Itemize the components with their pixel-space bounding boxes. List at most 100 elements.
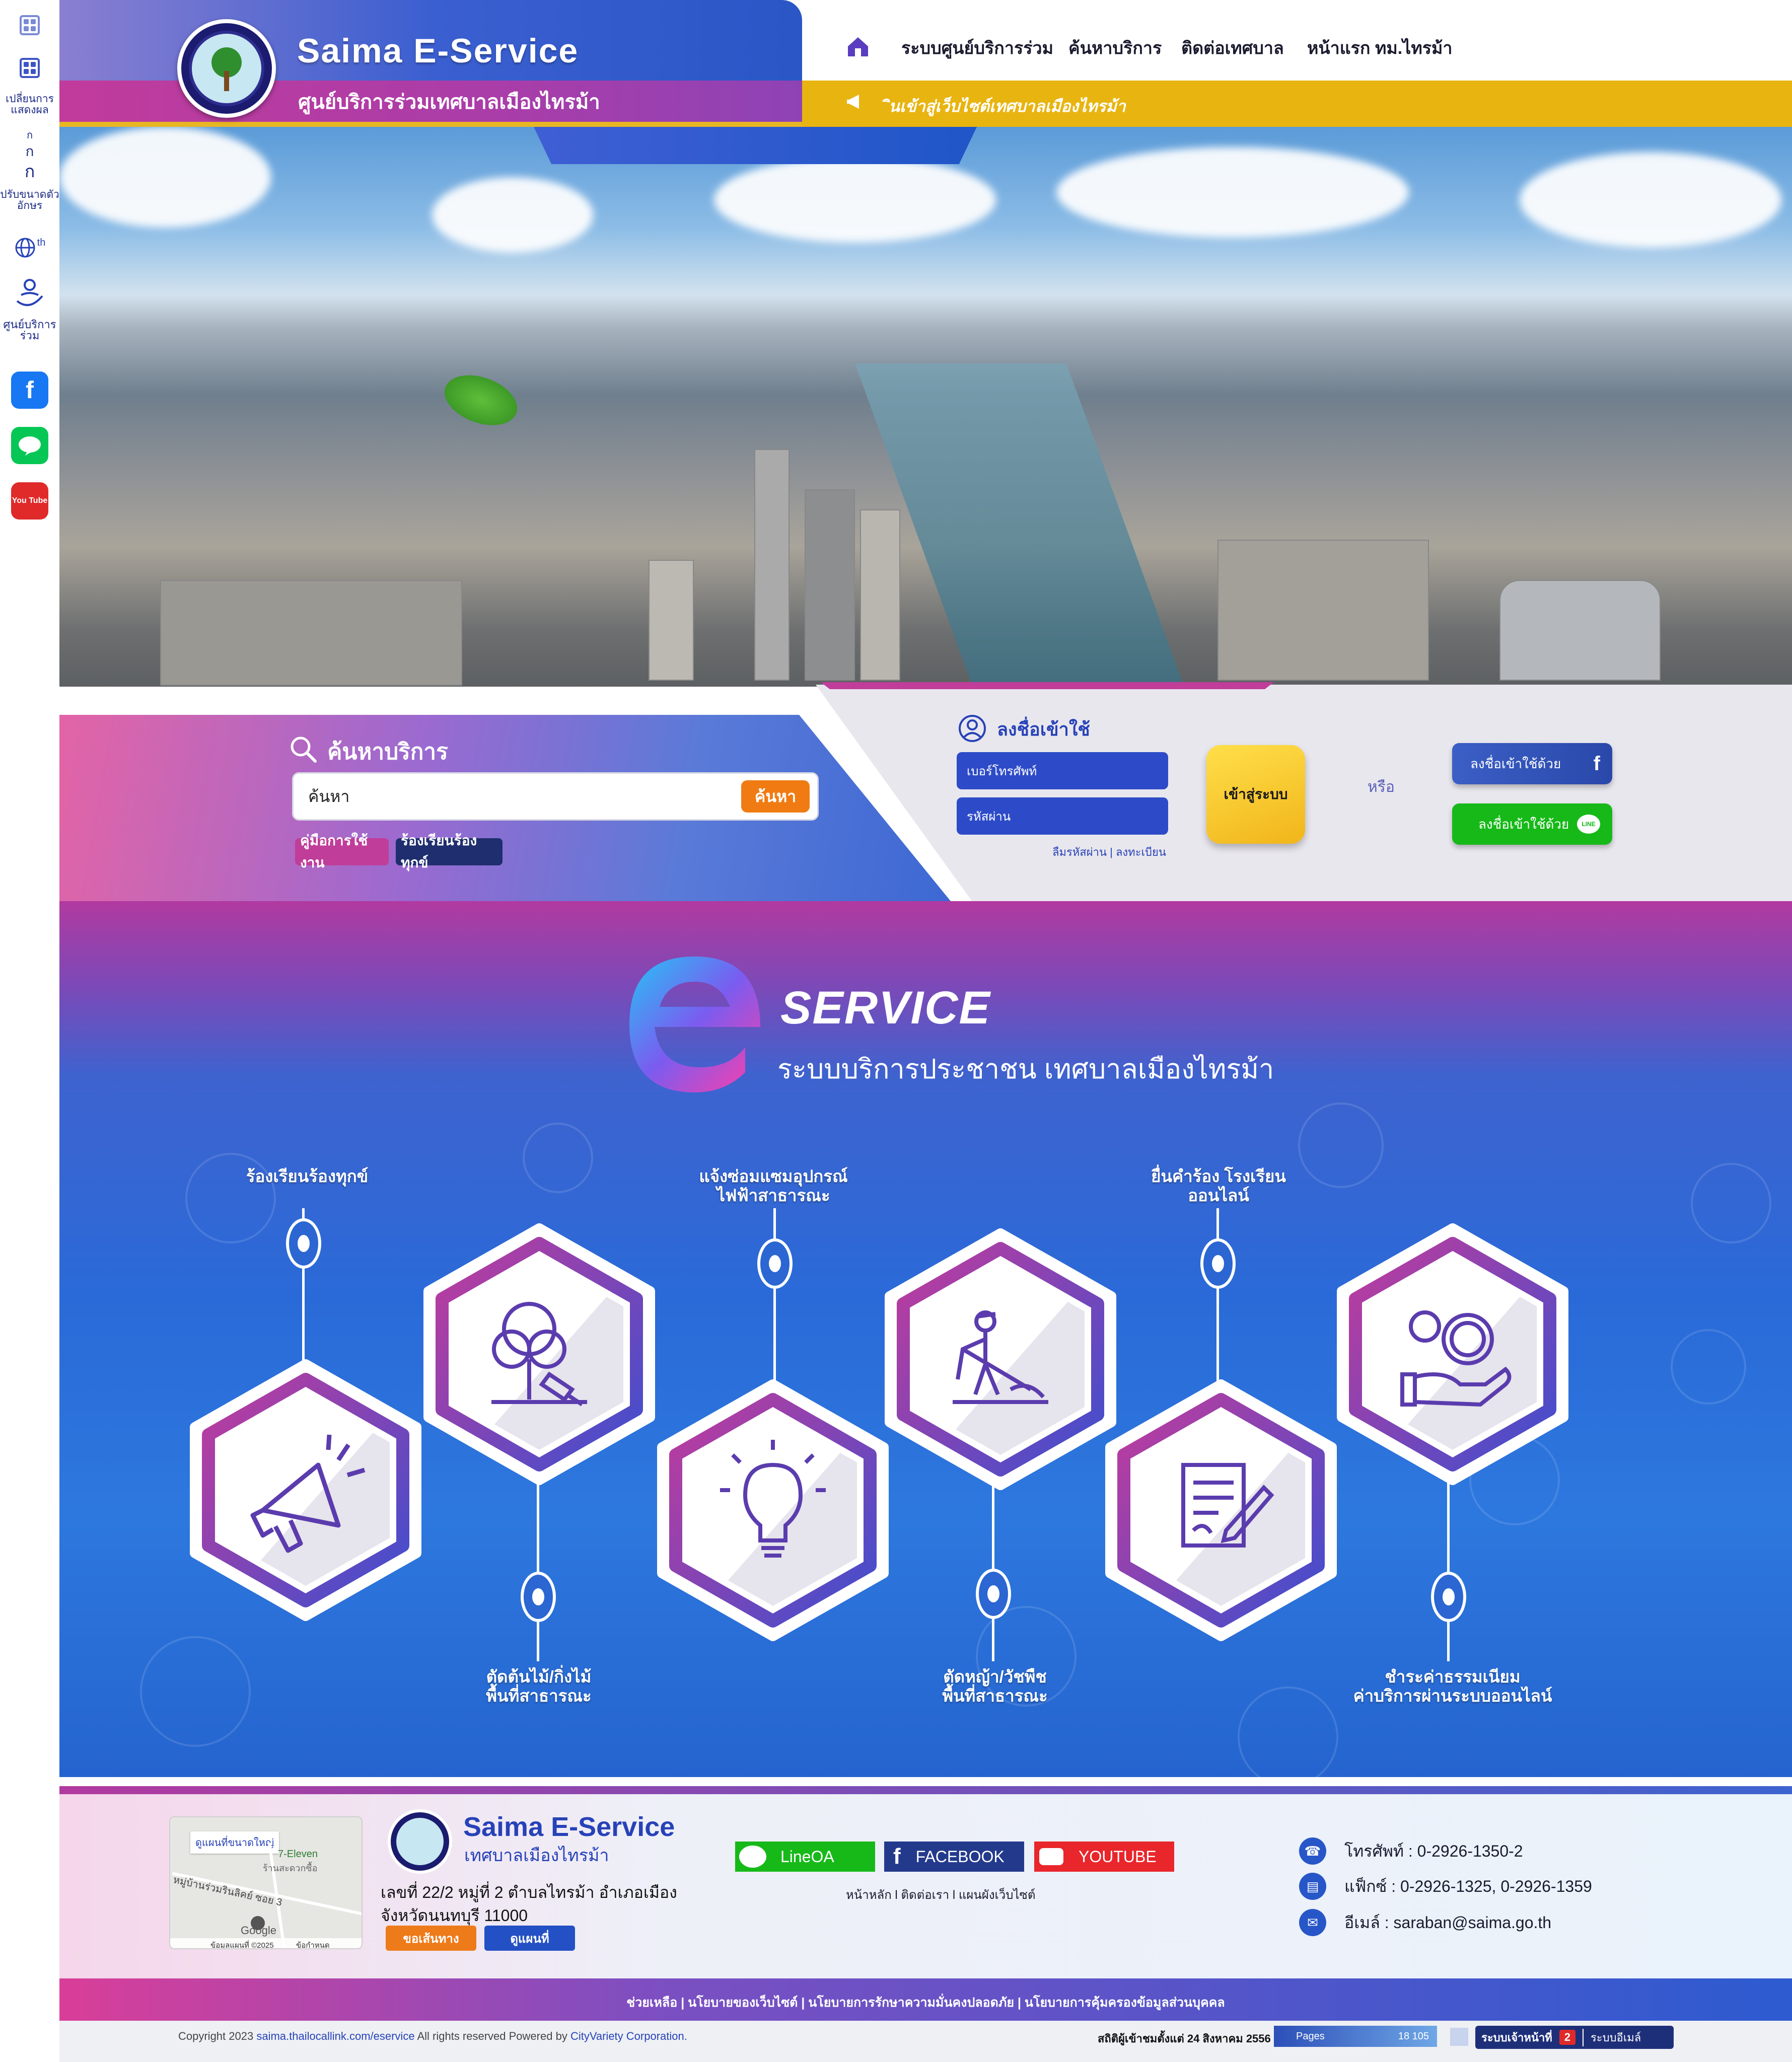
font-size-small-button[interactable]: ก	[0, 130, 59, 141]
staff-notification-badge: 2	[1559, 2030, 1575, 2045]
map-terms-link[interactable]: ข้อกำหนด	[296, 1939, 330, 1948]
chart-stats-icon[interactable]	[1450, 2028, 1468, 2046]
service-label-school[interactable]: ยื่นคำร้อง โรงเรียน ออนไลน์	[1118, 1167, 1319, 1205]
megaphone-announce-icon	[846, 91, 868, 115]
fax-text: แฟ็กซ์ : 0-2926-1325, 0-2926-1359	[1344, 1877, 1592, 1895]
facebook-login-button[interactable]: ลงชื่อเข้าใช้ด้วย f	[1452, 743, 1612, 784]
service-card-complaint[interactable]	[187, 1359, 424, 1621]
line-icon[interactable]	[11, 427, 48, 464]
map-google-mark: Google	[241, 1924, 276, 1937]
service-label-complaint[interactable]: ร้องเรียนร้องทุกข์	[206, 1167, 408, 1186]
contrast-view-icon[interactable]	[11, 58, 48, 78]
policy-bar: ช่วยเหลือ | นโยบายของเว็บไซต์ | นโยบายกา…	[59, 1978, 1792, 2021]
contact-fax: ▤ แฟ็กซ์ : 0-2926-1325, 0-2926-1359	[1299, 1873, 1592, 1900]
nav-contact[interactable]: ติดต่อเทศบาล	[1181, 34, 1284, 61]
user-manual-tag[interactable]: คู่มือการใช้งาน	[295, 833, 389, 870]
copyright-company-link[interactable]: CityVariety Corporation.	[570, 2030, 687, 2042]
youtube-link[interactable]: YOUTUBE	[1034, 1842, 1174, 1872]
service-card-grass[interactable]	[882, 1228, 1119, 1490]
service-label-lighting[interactable]: แจ้งซ่อมแซมอุปกรณ์ ไฟฟ้าสาธารณะ	[673, 1167, 874, 1205]
contact-phone: ☎ โทรศัพท์ : 0-2926-1350-2	[1299, 1837, 1523, 1865]
login-title: ลงชื่อเข้าใช้	[997, 719, 1090, 740]
facebook-icon[interactable]: f	[11, 372, 48, 409]
map-place-711: 7-Eleven	[278, 1849, 318, 1860]
language-label: th	[37, 237, 46, 248]
marquee-text: ินเข้าสู่เว็บไซต์เทศบาลเมืองไทรม้า	[889, 97, 1126, 115]
forgot-register-link[interactable]: ลืมรหัสผ่าน | ลงทะเบียน	[1052, 843, 1166, 861]
phone-field[interactable]: เบอร์โทรศัพท์	[957, 752, 1168, 789]
service-card-lighting[interactable]	[655, 1379, 891, 1641]
facebook-login-label: ลงชื่อเข้าใช้ด้วย	[1470, 756, 1561, 771]
display-mode-label: เปลี่ยนการแสดงผล	[6, 93, 54, 116]
connector-line	[992, 1460, 994, 1661]
email-icon: ✉	[1299, 1909, 1326, 1936]
service-card-tree[interactable]	[421, 1223, 658, 1485]
email-text[interactable]: อีเมล์ : saraban@saima.go.th	[1344, 1910, 1551, 1936]
complaint-tag[interactable]: ร้องเรียนร้องทุกข์	[396, 833, 503, 870]
footer-brand: Saima E-Service	[463, 1812, 675, 1842]
line-oa-link[interactable]: LineOA	[735, 1842, 875, 1872]
staff-system-link[interactable]: ระบบเจ้าหน้าที่	[1481, 2029, 1552, 2046]
connector-node	[1431, 1572, 1466, 1622]
search-title: ค้นหาบริการ	[327, 740, 448, 764]
service-label-payment[interactable]: ชำระค่าธรรมเนียม ค่าบริการผ่านระบบออนไลน…	[1329, 1667, 1576, 1706]
header-blue-tab	[534, 127, 977, 164]
facebook-footer-icon: f	[893, 1844, 901, 1869]
route-button[interactable]: ขอเส้นทาง	[386, 1926, 476, 1951]
staff-system-bar[interactable]: ระบบเจ้าหน้าที่ 2 ระบบอีเมล์	[1475, 2026, 1674, 2049]
fax-icon: ▤	[1299, 1873, 1326, 1900]
youtube-icon[interactable]: You Tube	[11, 482, 48, 520]
municipality-seal-logo[interactable]	[177, 19, 276, 118]
font-size-medium-button[interactable]: ก	[0, 144, 59, 159]
line-badge-icon: LINE	[1577, 815, 1600, 834]
search-icon	[289, 735, 317, 766]
globe-language-icon[interactable]: th	[11, 237, 48, 259]
header-accent-line	[59, 122, 802, 127]
map-enlarge-link[interactable]: ดูแผนที่ขนาดใหญ่	[190, 1831, 279, 1854]
nav-search-service[interactable]: ค้นหาบริการ	[1068, 34, 1162, 61]
footer-brand-sub: เทศบาลเมืองไทรม้า	[464, 1846, 609, 1865]
line-login-button[interactable]: ลงชื่อเข้าใช้ด้วย LINE	[1452, 803, 1612, 845]
login-panel-accent	[821, 682, 1274, 689]
service-card-school[interactable]	[1103, 1379, 1339, 1641]
left-accessibility-rail: เปลี่ยนการแสดงผล ก ก ก ปรับขนาดตัวอักษร …	[0, 0, 59, 2062]
service-card-payment[interactable]	[1334, 1223, 1571, 1485]
service-hand-icon[interactable]	[11, 276, 48, 316]
search-input[interactable]	[307, 775, 740, 818]
view-map-button[interactable]: ดูแผนที่	[484, 1926, 575, 1951]
grid-view-icon[interactable]	[11, 15, 48, 35]
service-title: SERVICE	[780, 982, 991, 1034]
copyright-mid: All rights reserved Powered by	[414, 2030, 570, 2042]
phone-text: โทรศัพท์ : 0-2926-1350-2	[1344, 1842, 1523, 1860]
facebook-footer-label: FACEBOOK	[915, 1847, 1005, 1866]
copyright-site-link[interactable]: saima.thailocallink.com/eservice	[256, 2030, 414, 2042]
footer-seal-logo	[388, 1809, 452, 1874]
youtube-footer-label: YOUTUBE	[1079, 1847, 1157, 1866]
connector-line	[1216, 1208, 1219, 1389]
map-road-label: หมู่บ้านร่วมรินลิคย์ ซอย 3	[172, 1874, 283, 1908]
footer-address-line2: จังหวัดนนทบุรี 11000	[381, 1906, 528, 1925]
home-icon[interactable]	[846, 35, 870, 60]
nav-municipality-home[interactable]: หน้าแรก ทม.ไทรม้า	[1307, 34, 1453, 61]
or-separator: หรือ	[1368, 779, 1395, 795]
nav-shared-service[interactable]: ระบบศูนย์บริการร่วม	[901, 34, 1053, 61]
email-system-link[interactable]: ระบบอีเมล์	[1582, 2028, 1641, 2046]
connector-node	[286, 1218, 321, 1269]
search-button[interactable]: ค้นหา	[741, 780, 810, 813]
service-subtitle: ระบบบริการประชาชน เทศบาลเมืองไทรม้า	[777, 1054, 1274, 1084]
facebook-link[interactable]: f FACEBOOK	[884, 1842, 1024, 1872]
service-label-grass[interactable]: ตัดหญ้า/วัชพืช พื้นที่สาธารณะ	[894, 1667, 1096, 1706]
service-label-tree[interactable]: ตัดต้นไม้/กิ่งไม้ พื้นที่สาธารณะ	[438, 1667, 639, 1706]
site-brand-title: Saima E-Service	[297, 32, 579, 70]
line-login-label: ลงชื่อเข้าใช้ด้วย	[1478, 816, 1569, 832]
password-field[interactable]: รหัสผ่าน	[957, 797, 1168, 835]
font-size-large-button[interactable]: ก	[0, 163, 59, 180]
policy-links[interactable]: ช่วยเหลือ | นโยบายของเว็บไซต์ | นโยบายกา…	[59, 1993, 1792, 2013]
location-map[interactable]: ดูแผนที่ขนาดใหญ่ 7-Eleven ร้านสะดวกซื้อ …	[169, 1816, 363, 1949]
map-copyright: ข้อมูลแผนที่ ©2025	[210, 1941, 274, 1949]
contact-email: ✉ อีเมล์ : saraban@saima.go.th	[1299, 1909, 1551, 1936]
login-submit-button[interactable]: เข้าสู่ระบบ	[1206, 745, 1305, 844]
copyright-prefix: Copyright 2023	[178, 2030, 257, 2042]
map-place-label: ร้านสะดวกซื้อ	[263, 1863, 318, 1873]
footer-quick-links[interactable]: หน้าหลัก l ติดต่อเรา l แผนผังเว็บไซต์	[846, 1885, 1035, 1904]
